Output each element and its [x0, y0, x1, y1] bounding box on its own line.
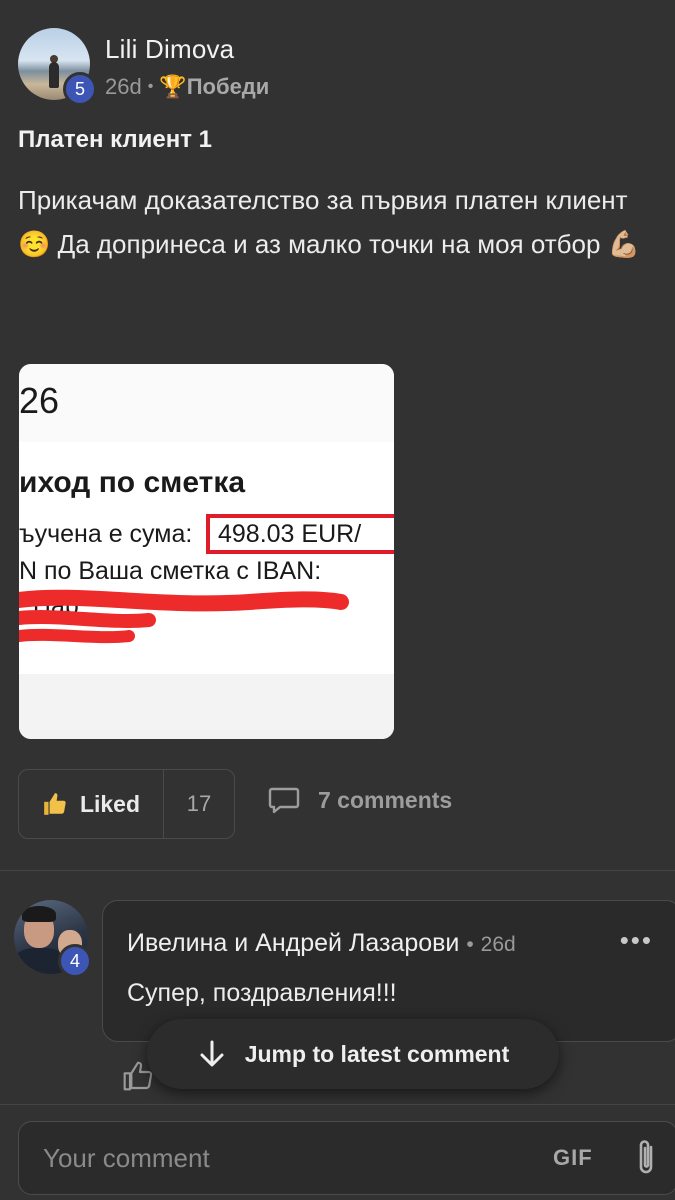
jump-label: Jump to latest comment [244, 1040, 510, 1067]
post-meta: 26d • 🏆 Победи [105, 74, 269, 100]
paperclip-icon[interactable] [633, 1137, 659, 1179]
attachment-top [19, 364, 394, 442]
attachment-amount-highlight: 498.03 EUR/ [206, 514, 394, 554]
arrow-down-icon [200, 1040, 224, 1067]
commenter-level-badge: 4 [58, 944, 92, 978]
comment-author[interactable]: Ивелина и Андрей Лазарови [127, 929, 459, 957]
comment-time: 26d [480, 933, 516, 956]
post-attachment-image[interactable]: 26 иход по сметка ъучена е сума: 498.03 … [19, 364, 394, 739]
comment-separator: • [466, 933, 474, 956]
avatar-hair [22, 906, 56, 922]
attachment-bottom [19, 674, 394, 739]
comments-button[interactable]: 7 comments [268, 786, 452, 814]
avatar-figure [49, 62, 59, 88]
attachment-heading: иход по сметка [19, 466, 246, 499]
category-label: Победи [186, 74, 270, 99]
post-title: Платен клиент 1 [18, 126, 213, 153]
meta-separator: • [147, 78, 154, 95]
attachment-year: 26 [19, 380, 60, 421]
author-name[interactable]: Lili Dimova [105, 34, 234, 65]
comments-count-label: 7 comments [318, 786, 453, 813]
post-body: Прикачам доказателство за първия платен … [18, 185, 641, 259]
section-divider [0, 870, 675, 871]
gif-button[interactable]: GIF [553, 1145, 593, 1171]
trophy-icon: 🏆 [159, 74, 187, 99]
post-time: 26d [105, 74, 142, 99]
like-button[interactable]: Liked [19, 770, 164, 838]
author-level-badge: 5 [63, 72, 97, 106]
thumbs-up-icon [44, 793, 66, 815]
more-options-icon[interactable]: ••• [620, 925, 653, 956]
jump-to-latest-button[interactable]: Jump to latest comment [147, 1019, 559, 1089]
attachment-line-1: ъучена е сума: [19, 520, 193, 548]
like-control: Liked 17 [18, 769, 235, 839]
comment-text: Супер, поздравления!!! [127, 979, 397, 1007]
comment-bubble-icon [268, 787, 300, 814]
post-category[interactable]: 🏆 Победи [159, 74, 269, 100]
attachment-line-2: N по Ваша сметка с IBAN: [19, 557, 322, 585]
like-label: Liked [79, 790, 141, 817]
post-header: 5 Lili Dimova 26d • 🏆 Победи [18, 26, 658, 106]
like-count[interactable]: 17 [164, 770, 234, 838]
redaction-scribble [19, 589, 349, 644]
comment-author-line: Ивелина и Андрей Лазарови • 26d [127, 929, 516, 958]
